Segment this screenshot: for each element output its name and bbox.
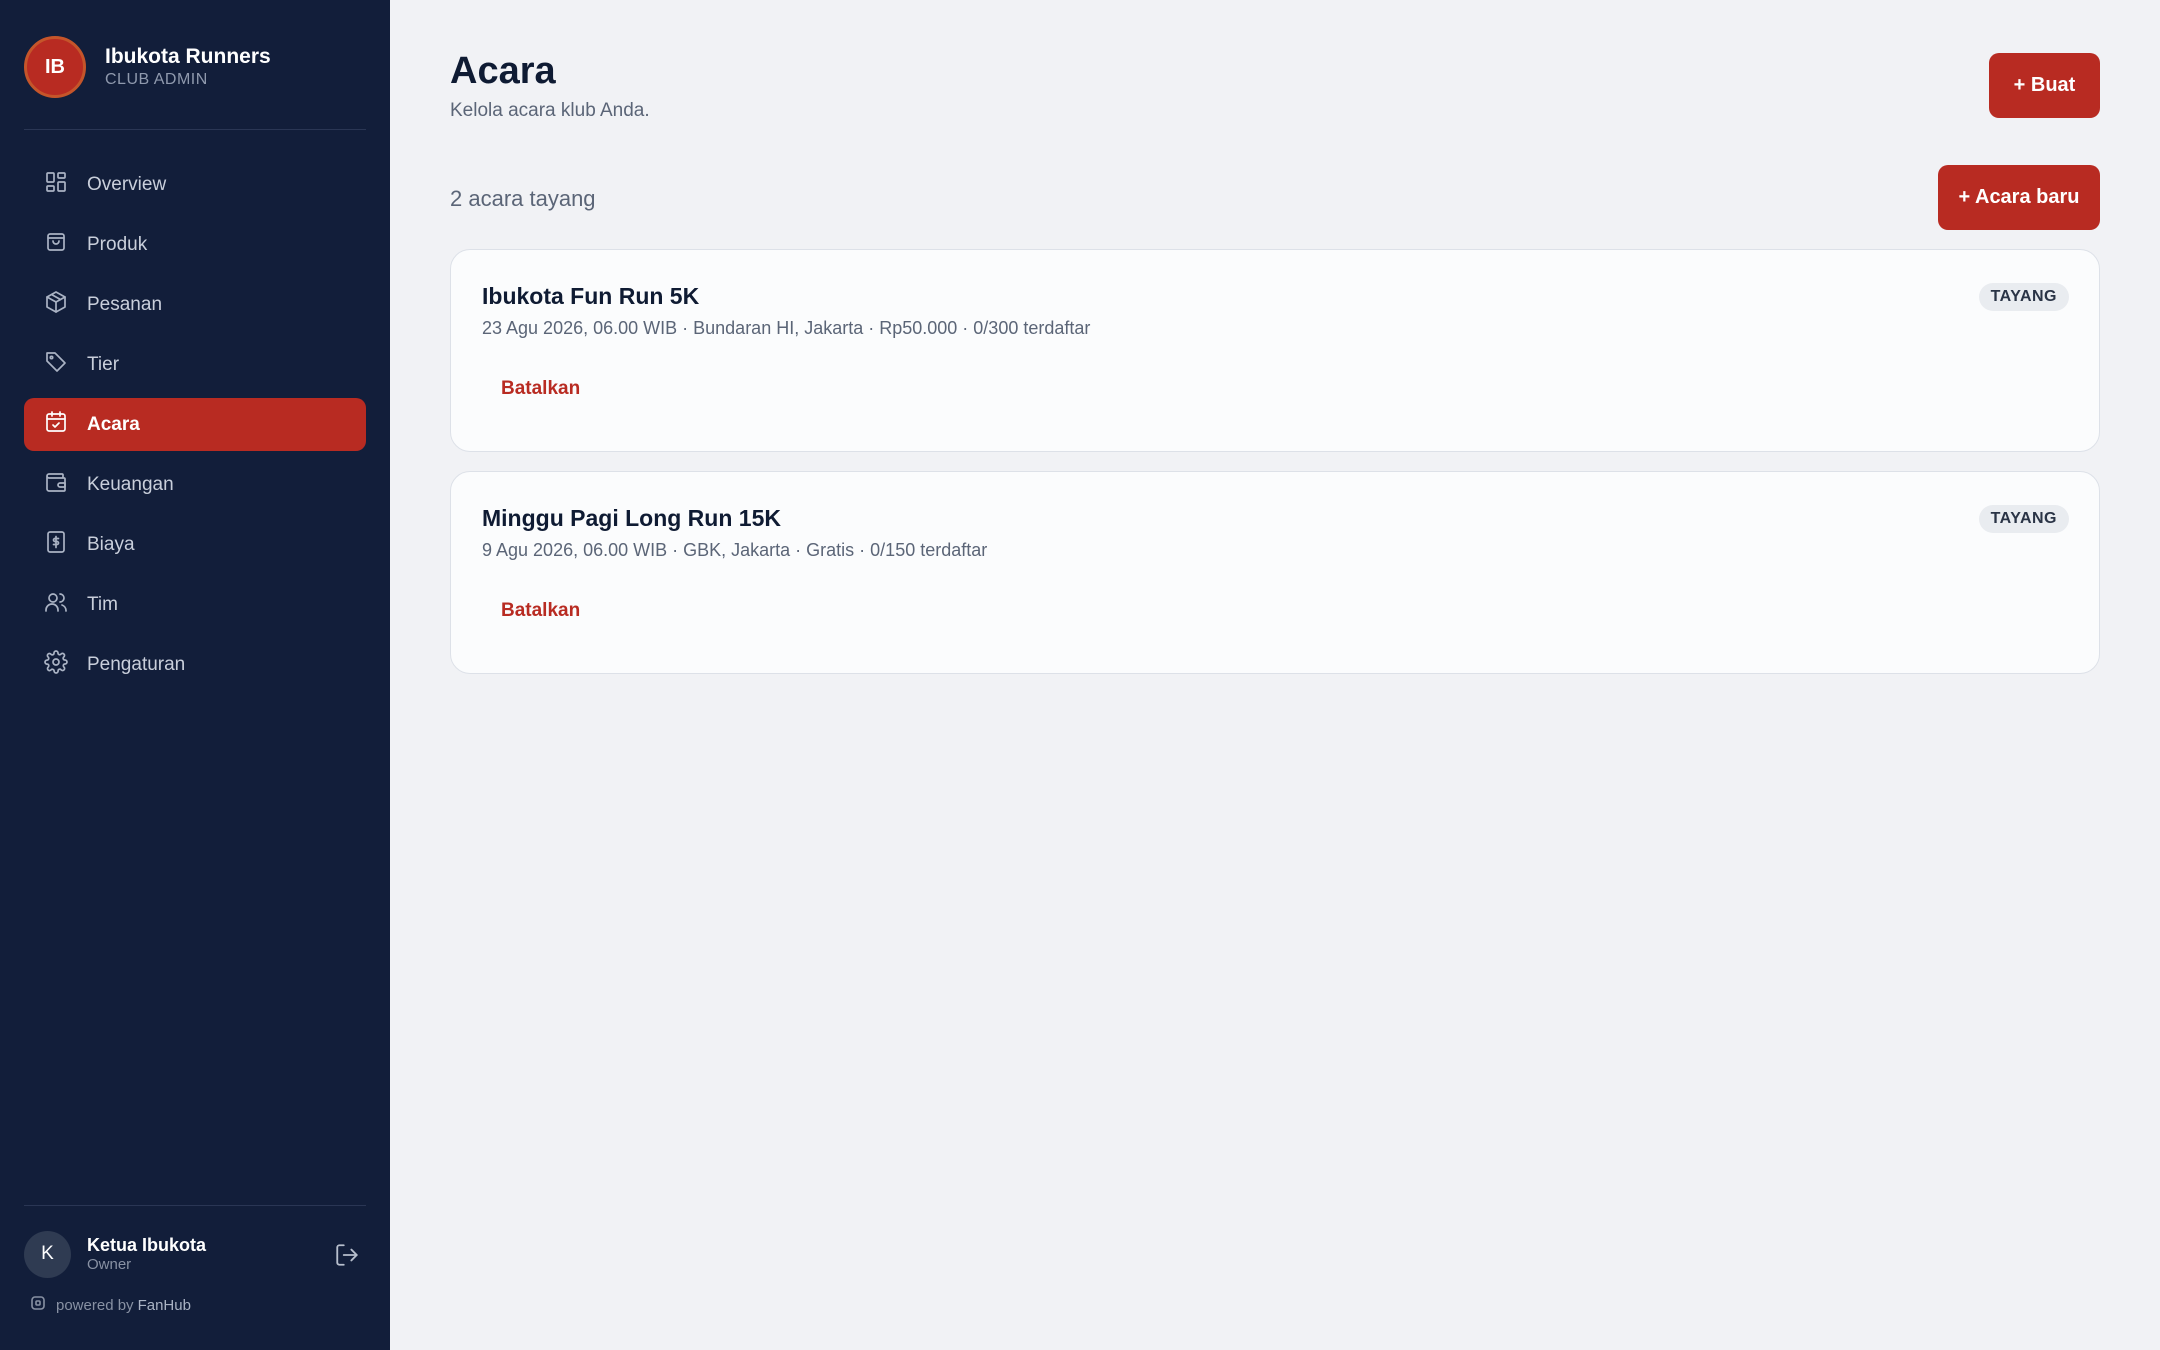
club-brand[interactable]: IB Ibukota Runners CLUB ADMIN: [24, 36, 271, 98]
sidebar-item-tim[interactable]: Tim: [24, 578, 366, 631]
sidebar-item-label: Tier: [87, 353, 120, 375]
new-event-button[interactable]: + Acara baru: [1938, 165, 2100, 230]
sidebar-item-pesanan[interactable]: Pesanan: [24, 278, 366, 331]
sidebar-item-label: Produk: [87, 233, 148, 255]
sidebar-item-label: Acara: [87, 413, 140, 435]
status-badge: TAYANG: [1978, 505, 2069, 533]
user-avatar: K: [24, 1230, 71, 1278]
event-card: Minggu Pagi Long Run 15K 9 Agu 2026, 06.…: [450, 471, 2100, 674]
powered-by-brand: FanHub: [137, 1296, 191, 1314]
receipt-dollar-icon: [44, 530, 68, 560]
event-title: Minggu Pagi Long Run 15K: [482, 505, 781, 531]
sidebar-item-label: Overview: [87, 173, 167, 195]
sidebar-item-pengaturan[interactable]: Pengaturan: [24, 638, 366, 691]
club-role: CLUB ADMIN: [105, 71, 208, 88]
event-title: Ibukota Fun Run 5K: [482, 283, 700, 309]
sidebar-item-label: Pengaturan: [87, 653, 186, 675]
sidebar: IB Ibukota Runners CLUB ADMIN Overview P…: [0, 0, 390, 1350]
sidebar-nav: Overview Produk Pesanan Tier Acara Keuan…: [24, 158, 366, 698]
sidebar-item-produk[interactable]: Produk: [24, 218, 366, 271]
sidebar-item-biaya[interactable]: Biaya: [24, 518, 366, 571]
cancel-event-button[interactable]: Batalkan: [501, 378, 580, 400]
logout-icon: [334, 1244, 360, 1272]
page-title: Acara: [450, 50, 556, 92]
wallet-icon: [44, 470, 68, 500]
user-profile: K Ketua Ibukota Owner: [24, 1230, 366, 1278]
sidebar-item-acara[interactable]: Acara: [24, 398, 366, 451]
powered-by[interactable]: powered by FanHub: [30, 1295, 191, 1315]
logout-button[interactable]: [334, 1242, 360, 1268]
calendar-check-icon: [44, 410, 68, 440]
sidebar-divider: [24, 1205, 366, 1206]
page-subtitle: Kelola acara klub Anda.: [450, 100, 650, 121]
club-name: Ibukota Runners: [105, 45, 271, 68]
sidebar-divider: [24, 129, 366, 130]
powered-by-prefix: powered by: [56, 1296, 134, 1314]
sidebar-item-label: Tim: [87, 593, 118, 615]
users-icon: [44, 590, 68, 620]
event-meta: 23 Agu 2026, 06.00 WIB · Bundaran HI, Ja…: [482, 318, 1091, 338]
sidebar-item-label: Biaya: [87, 533, 135, 555]
sidebar-item-keuangan[interactable]: Keuangan: [24, 458, 366, 511]
sidebar-item-tier[interactable]: Tier: [24, 338, 366, 391]
create-button[interactable]: + Buat: [1989, 53, 2100, 118]
sidebar-item-label: Pesanan: [87, 293, 163, 315]
event-count: 2 acara tayang: [450, 186, 596, 211]
event-meta: 9 Agu 2026, 06.00 WIB · GBK, Jakarta · G…: [482, 540, 988, 560]
fanhub-logo-icon: [30, 1295, 56, 1315]
cancel-event-button[interactable]: Batalkan: [501, 600, 580, 622]
sidebar-item-overview[interactable]: Overview: [24, 158, 366, 211]
club-avatar: IB: [24, 36, 86, 98]
status-badge: TAYANG: [1978, 283, 2069, 311]
event-card: Ibukota Fun Run 5K 23 Agu 2026, 06.00 WI…: [450, 249, 2100, 452]
shopping-bag-icon: [44, 230, 68, 260]
sidebar-item-label: Keuangan: [87, 473, 174, 495]
grid-icon: [44, 170, 68, 200]
user-name: Ketua Ibukota: [87, 1235, 207, 1255]
gear-icon: [44, 649, 68, 680]
package-icon: [44, 290, 68, 320]
user-role: Owner: [87, 1256, 132, 1273]
tag-icon: [44, 350, 68, 380]
